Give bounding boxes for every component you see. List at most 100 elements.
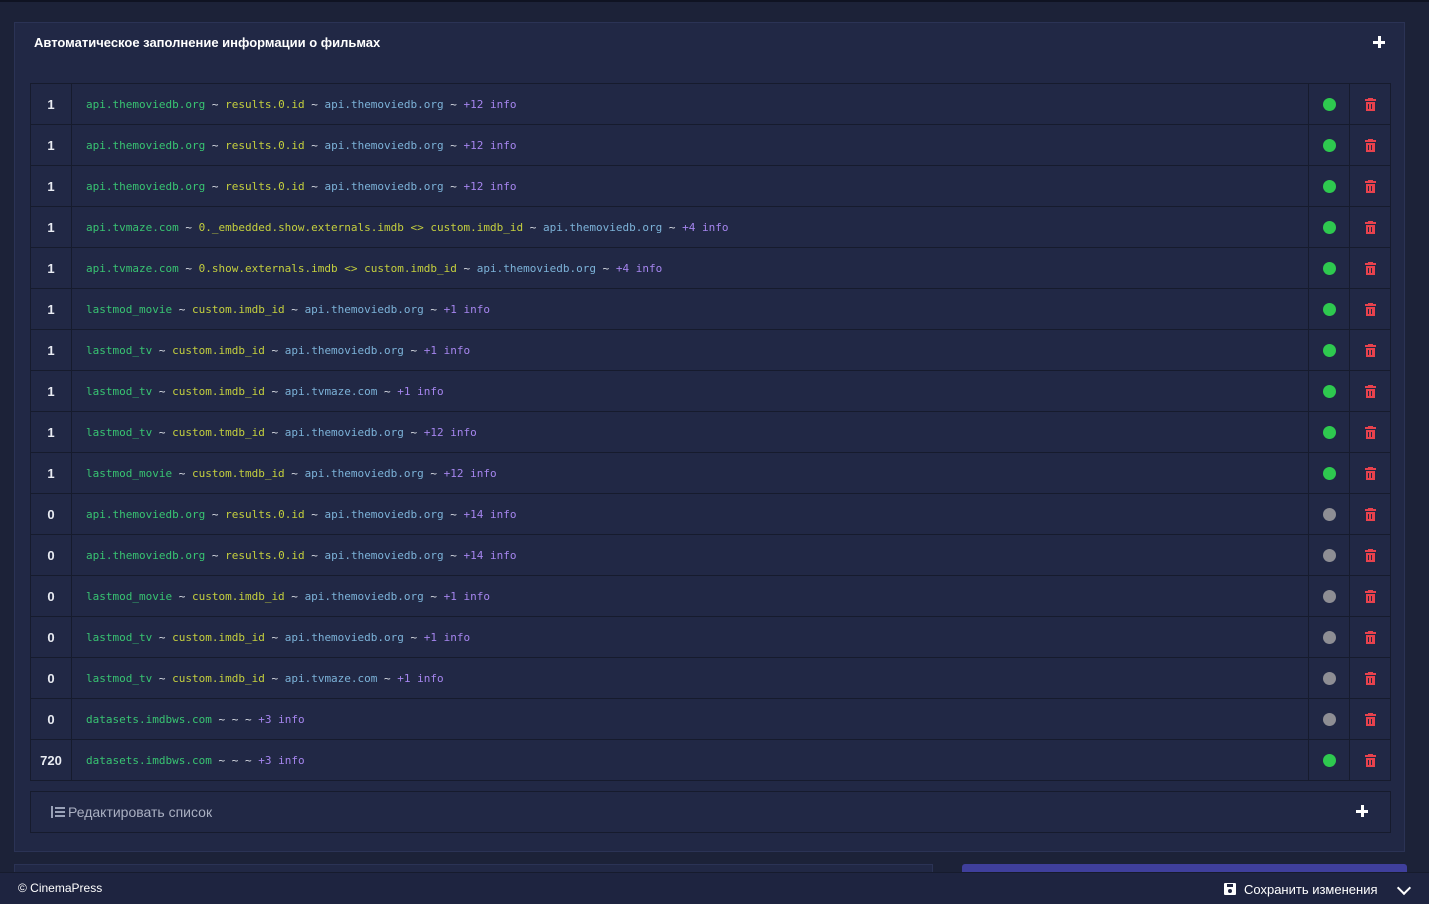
status-toggle[interactable] [1308, 248, 1349, 288]
rule-row[interactable]: 0 datasets.imdbws.com ~ ~ ~ +3 info [31, 699, 1390, 740]
status-toggle[interactable] [1308, 207, 1349, 247]
rule-row[interactable]: 0 lastmod_movie ~ custom.imdb_id ~ api.th… [31, 576, 1390, 617]
trash-icon [1364, 753, 1376, 767]
rule-segment: ~ [152, 671, 173, 685]
rule-segment: +4 info [682, 220, 729, 234]
rule-row[interactable]: 1 api.tvmaze.com ~ 0.show.externals.imdb … [31, 248, 1390, 289]
rule-row[interactable]: 1 api.themoviedb.org ~ results.0.id ~ api… [31, 166, 1390, 207]
delete-button[interactable] [1349, 535, 1390, 575]
rule-row[interactable]: 1 lastmod_tv ~ custom.imdb_id ~ api.tvmaz… [31, 371, 1390, 412]
delete-button[interactable] [1349, 84, 1390, 124]
rule-row[interactable]: 1 api.tvmaze.com ~ 0._embedded.show.exter… [31, 207, 1390, 248]
status-toggle[interactable] [1308, 576, 1349, 616]
status-toggle[interactable] [1308, 412, 1349, 452]
rule-segment: ~ [264, 343, 285, 357]
rule-text[interactable]: api.themoviedb.org ~ results.0.id ~ api.… [72, 494, 1308, 534]
status-toggle[interactable] [1308, 740, 1349, 780]
rule-text[interactable]: api.tvmaze.com ~ 0.show.externals.imdb <… [72, 248, 1308, 288]
rule-text[interactable]: datasets.imdbws.com ~ ~ ~ +3 info [72, 699, 1308, 739]
rule-count: 1 [31, 412, 72, 452]
rule-row[interactable]: 1 lastmod_movie ~ custom.tmdb_id ~ api.th… [31, 453, 1390, 494]
status-toggle[interactable] [1308, 166, 1349, 206]
delete-button[interactable] [1349, 658, 1390, 698]
delete-button[interactable] [1349, 248, 1390, 288]
delete-button[interactable] [1349, 166, 1390, 206]
rule-row[interactable]: 720 datasets.imdbws.com ~ ~ ~ +3 info [31, 740, 1390, 781]
trash-icon [1364, 97, 1376, 111]
rule-segment: ~ [205, 97, 226, 111]
trash-icon [1364, 343, 1376, 357]
delete-button[interactable] [1349, 207, 1390, 247]
rule-text[interactable]: lastmod_tv ~ custom.imdb_id ~ api.tvmaze… [72, 658, 1308, 698]
status-toggle[interactable] [1308, 289, 1349, 329]
status-toggle[interactable] [1308, 330, 1349, 370]
rule-segment: results.0.id [225, 179, 305, 193]
status-toggle[interactable] [1308, 371, 1349, 411]
delete-button[interactable] [1349, 371, 1390, 411]
trash-icon [1364, 261, 1376, 275]
trash-icon [1364, 425, 1376, 439]
rule-text[interactable]: lastmod_movie ~ custom.imdb_id ~ api.the… [72, 576, 1308, 616]
status-toggle[interactable] [1308, 617, 1349, 657]
delete-button[interactable] [1349, 740, 1390, 780]
rule-row[interactable]: 1 lastmod_movie ~ custom.imdb_id ~ api.th… [31, 289, 1390, 330]
status-toggle[interactable] [1308, 453, 1349, 493]
rule-text[interactable]: lastmod_movie ~ custom.tmdb_id ~ api.the… [72, 453, 1308, 493]
delete-button[interactable] [1349, 125, 1390, 165]
rule-count: 0 [31, 535, 72, 575]
save-changes-label: Сохранить изменения [1244, 881, 1378, 897]
status-toggle[interactable] [1308, 658, 1349, 698]
rule-text[interactable]: lastmod_tv ~ custom.imdb_id ~ api.themov… [72, 330, 1308, 370]
status-inactive-icon [1322, 507, 1336, 521]
rule-text[interactable]: api.themoviedb.org ~ results.0.id ~ api.… [72, 166, 1308, 206]
rule-row[interactable]: 0 api.themoviedb.org ~ results.0.id ~ api… [31, 535, 1390, 576]
status-toggle[interactable] [1308, 494, 1349, 534]
rule-text[interactable]: lastmod_tv ~ custom.tmdb_id ~ api.themov… [72, 412, 1308, 452]
rule-text[interactable]: datasets.imdbws.com ~ ~ ~ +3 info [72, 740, 1308, 780]
rule-row[interactable]: 0 lastmod_tv ~ custom.imdb_id ~ api.tvmaz… [31, 658, 1390, 699]
rule-segment: ~ [205, 507, 226, 521]
delete-button[interactable] [1349, 330, 1390, 370]
rule-segment: ~ [304, 507, 325, 521]
trash-icon [1364, 138, 1376, 152]
delete-button[interactable] [1349, 617, 1390, 657]
rule-segment: ~ [264, 425, 285, 439]
delete-button[interactable] [1349, 494, 1390, 534]
rule-row[interactable]: 1 lastmod_tv ~ custom.imdb_id ~ api.themo… [31, 330, 1390, 371]
status-toggle[interactable] [1308, 699, 1349, 739]
status-toggle[interactable] [1308, 84, 1349, 124]
save-changes-button[interactable]: Сохранить изменения [1224, 879, 1378, 899]
edit-list-bar[interactable]: Редактировать список [30, 791, 1391, 833]
rules-table: 1 api.themoviedb.org ~ results.0.id ~ api… [30, 83, 1391, 781]
delete-button[interactable] [1349, 576, 1390, 616]
rule-row[interactable]: 0 api.themoviedb.org ~ results.0.id ~ api… [31, 494, 1390, 535]
expand-plus-icon[interactable] [1372, 35, 1388, 51]
rule-segment: +1 info [397, 671, 444, 685]
rule-row[interactable]: 1 api.themoviedb.org ~ results.0.id ~ api… [31, 125, 1390, 166]
rule-row[interactable]: 1 api.themoviedb.org ~ results.0.id ~ api… [31, 84, 1390, 125]
rule-segment: api.themoviedb.org [86, 179, 206, 193]
delete-button[interactable] [1349, 699, 1390, 739]
rule-segment: +1 info [423, 343, 471, 357]
trash-icon [1364, 548, 1376, 562]
rule-segment: ~ [403, 630, 424, 644]
rule-text[interactable]: api.themoviedb.org ~ results.0.id ~ api.… [72, 125, 1308, 165]
panel-header[interactable]: Автоматическое заполнение информации о ф… [15, 23, 1404, 63]
rule-text[interactable]: lastmod_tv ~ custom.imdb_id ~ api.tvmaze… [72, 371, 1308, 411]
rule-text[interactable]: lastmod_tv ~ custom.imdb_id ~ api.themov… [72, 617, 1308, 657]
rule-row[interactable]: 0 lastmod_tv ~ custom.imdb_id ~ api.themo… [31, 617, 1390, 658]
delete-button[interactable] [1349, 412, 1390, 452]
rule-text[interactable]: api.themoviedb.org ~ results.0.id ~ api.… [72, 84, 1308, 124]
rule-segment: +3 info [258, 712, 305, 726]
rule-text[interactable]: lastmod_movie ~ custom.imdb_id ~ api.the… [72, 289, 1308, 329]
chevron-down-icon[interactable] [1396, 880, 1412, 896]
delete-button[interactable] [1349, 289, 1390, 329]
status-toggle[interactable] [1308, 535, 1349, 575]
rule-row[interactable]: 1 lastmod_tv ~ custom.tmdb_id ~ api.themo… [31, 412, 1390, 453]
add-plus-icon[interactable] [1355, 804, 1371, 820]
rule-text[interactable]: api.themoviedb.org ~ results.0.id ~ api.… [72, 535, 1308, 575]
rule-text[interactable]: api.tvmaze.com ~ 0._embedded.show.extern… [72, 207, 1308, 247]
panel-title: Автоматическое заполнение информации о ф… [34, 35, 381, 50]
delete-button[interactable] [1349, 453, 1390, 493]
status-toggle[interactable] [1308, 125, 1349, 165]
